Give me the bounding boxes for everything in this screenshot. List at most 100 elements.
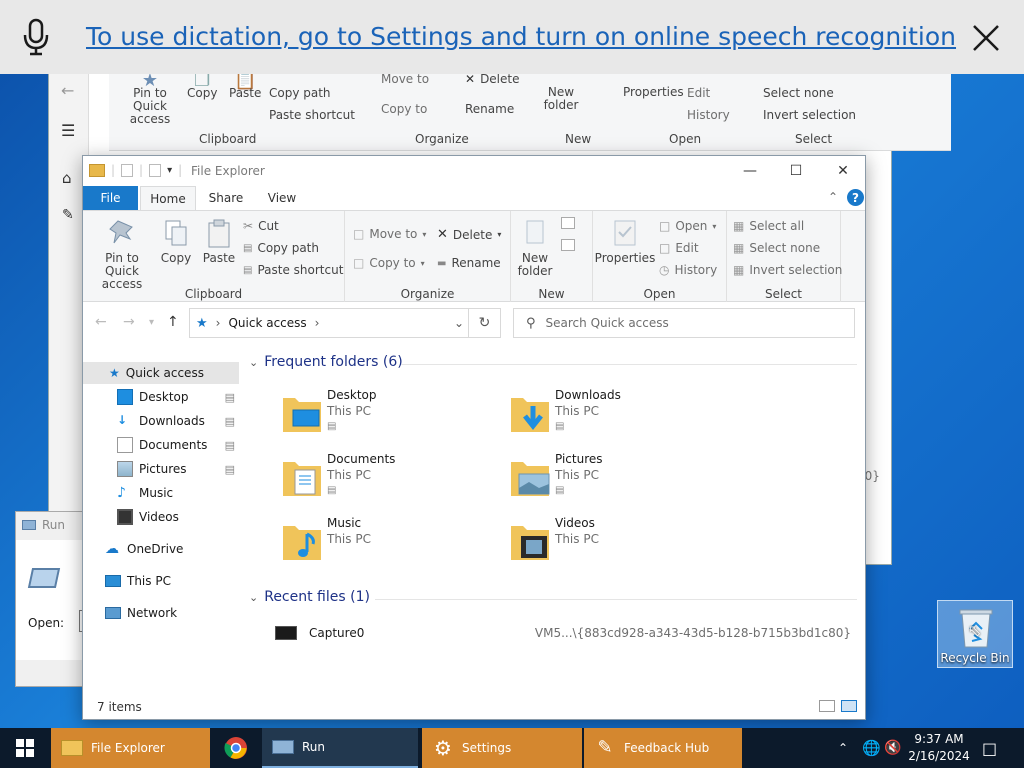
file-explorer-window[interactable]: | | ▾ | File Explorer — ☐ ✕ File Home Sh… [82,155,866,720]
dictation-settings-link[interactable]: To use dictation, go to Settings and tur… [86,22,956,51]
back-history-button[interactable]: History [687,108,730,122]
nav-pictures[interactable]: Pictures ▤ [83,458,239,480]
folder-desktop[interactable]: Desktop This PC ▤ [281,388,501,446]
taskbar-run[interactable]: Run [262,728,418,768]
nav-videos[interactable]: Videos [83,506,239,528]
properties-check-icon[interactable] [121,163,134,177]
forward-button[interactable]: → [123,314,135,330]
back-invert-selection-button[interactable]: Invert selection [763,108,856,122]
search-input[interactable]: ⚲ Search Quick access [513,308,855,338]
action-center[interactable]: □ [982,728,997,768]
cut-button[interactable]: ✂ Cut [243,219,279,233]
nav-network[interactable]: Network [83,602,239,624]
breadcrumb-quick-access[interactable]: Quick access [228,316,306,330]
back-paste-shortcut-button[interactable]: Paste shortcut [269,108,355,122]
recycle-bin[interactable]: ⬁ Recycle Bin [937,600,1013,668]
back-button[interactable]: ← [95,314,107,330]
help-icon[interactable]: ? [847,189,864,206]
network-tray[interactable]: 🌐 [862,728,881,768]
folder-videos[interactable]: Videos This PC [509,516,729,574]
back-copy-to-button[interactable]: Copy to [381,102,427,116]
run-dialog[interactable]: Run Open: [15,511,109,687]
back-copy-path-button[interactable]: Copy path [269,86,331,100]
pin-to-quick-access-button[interactable]: Pin to Quick access [89,217,155,291]
move-to-button[interactable]: □ Move to ▾ [353,227,426,241]
copy-path-button[interactable]: ▤ Copy path [243,241,319,255]
pinned-icon: ▤ [224,438,235,452]
hamburger-icon[interactable]: ☰ [61,121,75,140]
folder-documents[interactable]: Documents This PC ▤ [281,452,501,510]
taskbar-feedback-hub[interactable]: ✎ Feedback Hub [584,728,742,768]
edit-button[interactable]: □ Edit [659,241,699,255]
nav-desktop[interactable]: Desktop ▤ [83,386,239,408]
history-button[interactable]: ◷ History [659,263,717,277]
nav-music[interactable]: ♪ Music [83,482,239,504]
tab-view[interactable]: View [257,186,307,210]
nav-this-pc[interactable]: This PC [83,570,239,592]
nav-onedrive[interactable]: ☁ OneDrive [83,538,239,560]
volume-tray[interactable]: 🔇 [884,728,901,768]
back-select-none-button[interactable]: Select none [763,86,834,100]
refresh-icon[interactable]: ↻ [468,309,500,337]
new-folder-button[interactable]: New folder [517,217,553,278]
select-none-button[interactable]: ▦ Select none [733,241,820,255]
back-paste-button[interactable]: 📋 Paste [229,72,261,100]
close-button[interactable]: ✕ [820,156,866,186]
nav-documents[interactable]: Documents ▤ [83,434,239,456]
back-move-to-button[interactable]: Move to [381,72,429,86]
frequent-folders-header[interactable]: ⌄ Frequent folders (6) [249,354,403,370]
back-pin-button[interactable]: ★ Pin to Quick access [117,72,183,126]
new-item-icon[interactable] [561,217,575,229]
show-hidden-icons[interactable]: ⌃ [838,728,848,768]
open-button[interactable]: □ Open ▾ [659,219,716,233]
close-icon[interactable] [972,24,1000,52]
folder-downloads[interactable]: Downloads This PC ▤ [509,388,729,446]
recent-locations-icon[interactable]: ▾ [149,317,154,328]
nav-quick-access[interactable]: ★ Quick access [83,362,239,384]
copy-button[interactable]: Copy [159,217,193,265]
taskbar-settings[interactable]: ⚙ Settings [422,728,582,768]
network-icon [105,607,121,619]
back-rename-button[interactable]: Rename [465,102,514,116]
recent-file-row[interactable]: Capture0 VM5...\{883cd928-a343-43d5-b128… [275,622,859,644]
address-bar[interactable]: ★ › Quick access › ⌄ ↻ [189,308,501,338]
collapse-ribbon-icon[interactable]: ⌃ [828,190,838,204]
easy-access-icon[interactable] [561,239,575,251]
home-icon[interactable]: ⌂ [62,169,72,187]
back-properties-button[interactable]: Properties [623,86,684,99]
tab-file[interactable]: File [83,186,138,210]
music-folder-icon [283,526,321,560]
rename-button[interactable]: ▬ Rename [437,256,501,270]
tab-home[interactable]: Home [140,186,196,210]
properties-button[interactable]: Properties [595,217,655,265]
nav-downloads[interactable]: ↓ Downloads ▤ [83,410,239,432]
address-dropdown-icon[interactable]: ⌄ [454,316,464,330]
taskbar-chrome[interactable] [212,728,260,768]
paste-button[interactable]: Paste [201,217,237,265]
tab-share[interactable]: Share [201,186,251,210]
folder-music[interactable]: Music This PC [281,516,501,574]
select-all-button[interactable]: ▦ Select all [733,219,804,233]
back-copy-button[interactable]: ❐ Copy [187,72,217,100]
back-delete-button[interactable]: ✕ Delete [465,72,520,86]
back-edit-button[interactable]: Edit [687,86,710,100]
feedback-icon[interactable]: ✎ [62,207,74,223]
copy-to-button[interactable]: □ Copy to ▾ [353,256,425,270]
clock[interactable]: 9:37 AM 2/16/2024 [904,731,974,765]
new-folder-icon[interactable] [149,163,162,177]
delete-button[interactable]: ✕ Delete ▾ [437,227,501,242]
back-new-folder-button[interactable]: New folder [541,86,581,112]
taskbar-file-explorer[interactable]: File Explorer [51,728,210,768]
back-arrow-icon[interactable]: ← [61,81,74,100]
start-button[interactable] [0,728,50,768]
invert-selection-button[interactable]: ▦ Invert selection [733,263,842,277]
customize-dropdown-icon[interactable]: ▾ [167,165,172,176]
minimize-button[interactable]: — [727,156,773,186]
maximize-button[interactable]: ☐ [773,156,819,186]
large-icons-view-icon[interactable] [841,700,857,712]
recent-files-header[interactable]: ⌄ Recent files (1) [249,589,370,605]
folder-pictures[interactable]: Pictures This PC ▤ [509,452,729,510]
up-button[interactable]: ↑ [167,314,179,330]
paste-shortcut-button[interactable]: ▤ Paste shortcut [243,263,343,277]
details-view-icon[interactable] [819,700,835,712]
